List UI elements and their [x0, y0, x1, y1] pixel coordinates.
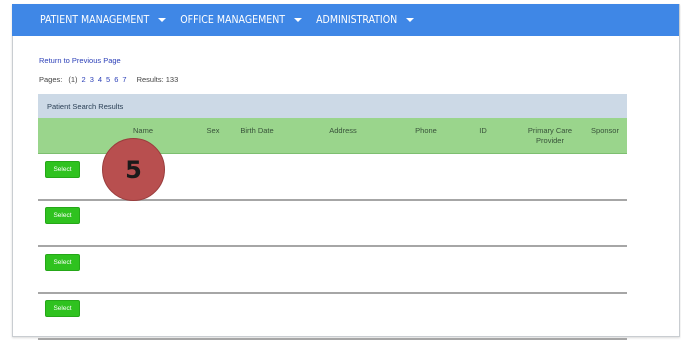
return-to-previous-page-link[interactable]: Return to Previous Page: [39, 56, 121, 65]
column-header-primary-care-provider[interactable]: Primary Care Provider: [520, 126, 580, 146]
page-link-4[interactable]: 4: [98, 75, 102, 84]
chevron-down-icon: [406, 18, 415, 22]
column-header-phone[interactable]: Phone: [408, 126, 444, 136]
column-header-name[interactable]: Name: [126, 126, 160, 136]
page-link-7[interactable]: 7: [122, 75, 126, 84]
page-link-2[interactable]: 2: [82, 75, 86, 84]
chevron-down-icon: [294, 18, 303, 22]
select-button[interactable]: Select: [45, 207, 80, 224]
pages-label: Pages:: [39, 75, 63, 84]
results-count: Results: 133: [136, 75, 179, 84]
table-row: Select: [38, 292, 627, 340]
select-button[interactable]: Select: [45, 300, 80, 317]
current-page: (1): [68, 75, 78, 84]
results-title: Patient Search Results: [47, 101, 124, 111]
select-button[interactable]: Select: [45, 161, 80, 178]
nav-administration[interactable]: ADMINISTRATION: [316, 14, 415, 26]
table-row: Select: [38, 246, 627, 294]
step-number-badge: 5: [102, 138, 165, 201]
table-row: Select: [38, 199, 627, 247]
column-header-id[interactable]: ID: [476, 126, 490, 136]
chevron-down-icon: [158, 18, 167, 22]
nav-label: PATIENT MANAGEMENT: [40, 14, 150, 26]
nav-office-management[interactable]: OFFICE MANAGEMENT: [180, 14, 303, 26]
page-link-5[interactable]: 5: [106, 75, 110, 84]
results-panel-header: Patient Search Results: [38, 94, 627, 118]
select-button[interactable]: Select: [45, 254, 80, 271]
column-header-birth-date[interactable]: Birth Date: [234, 126, 280, 136]
page-link-3[interactable]: 3: [90, 75, 94, 84]
nav-patient-management[interactable]: PATIENT MANAGEMENT: [40, 14, 167, 26]
nav-label: ADMINISTRATION: [316, 14, 398, 26]
top-navigation-bar: PATIENT MANAGEMENT OFFICE MANAGEMENT ADM…: [12, 4, 679, 36]
page-link-6[interactable]: 6: [114, 75, 118, 84]
column-header-sex[interactable]: Sex: [201, 126, 225, 136]
pagination: Pages: (1) 2 3 4 5 6 7 Results: 133: [39, 75, 178, 84]
nav-label: OFFICE MANAGEMENT: [180, 14, 286, 26]
column-header-sponsor[interactable]: Sponsor: [586, 126, 624, 136]
column-header-address[interactable]: Address: [320, 126, 366, 136]
